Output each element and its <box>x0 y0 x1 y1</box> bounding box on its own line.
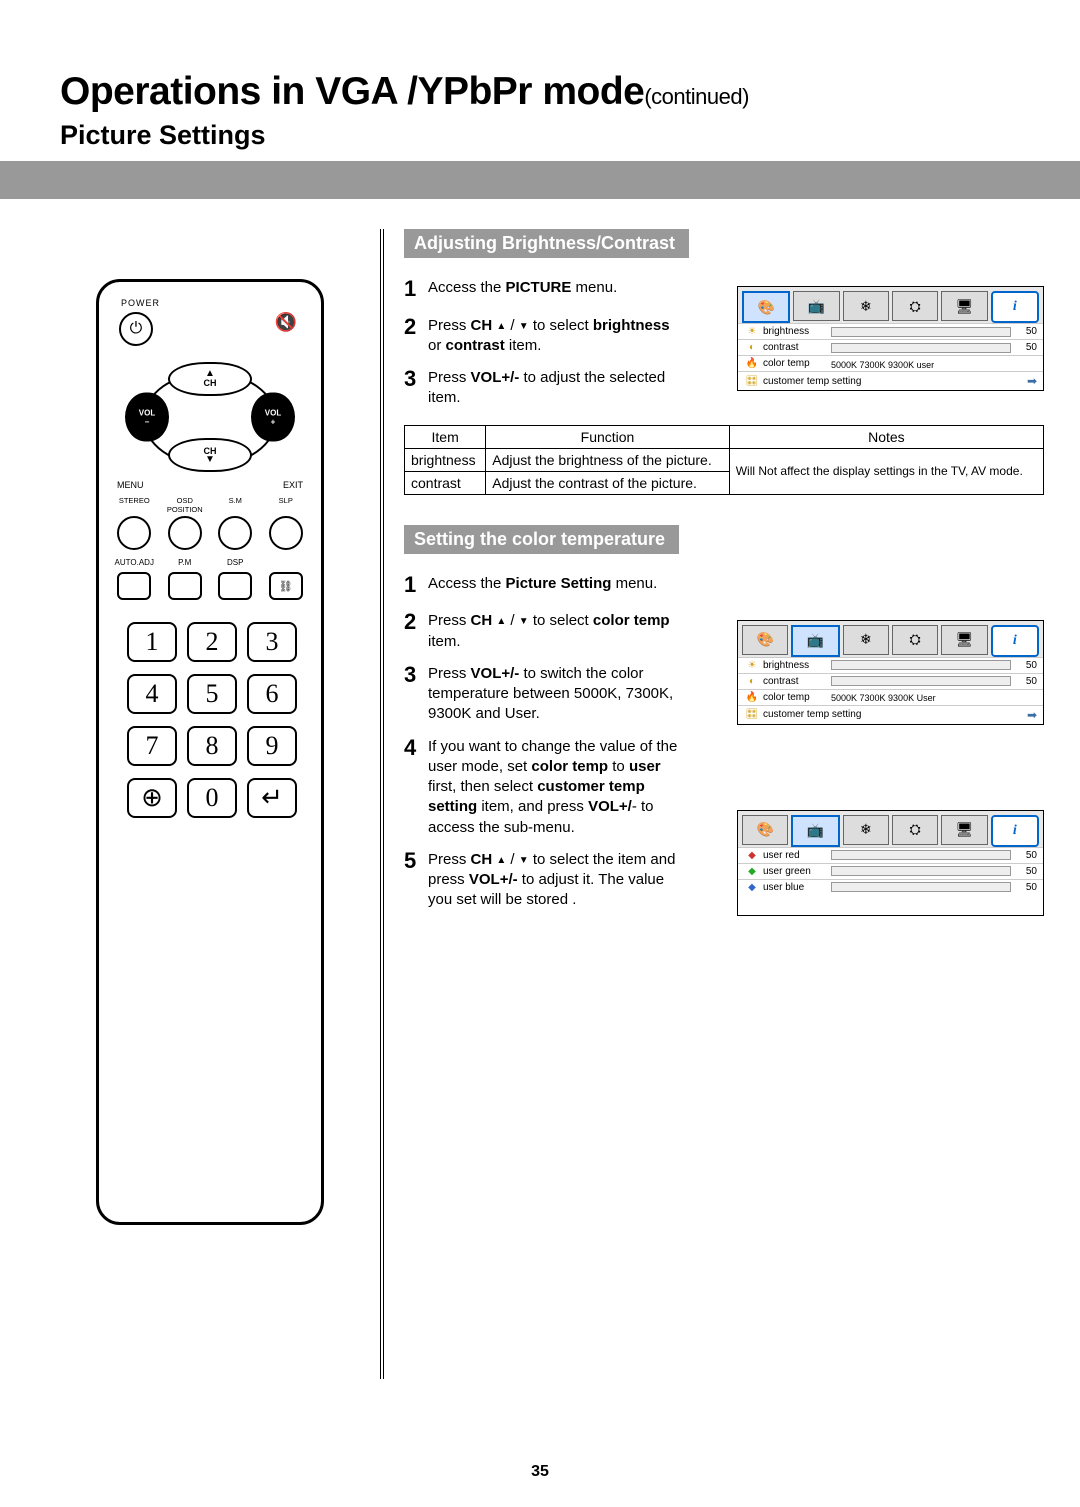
brightness-icon: ☀ <box>744 660 760 671</box>
colortemp-icon: 🔥 <box>744 358 760 369</box>
tab-picture-icon: 🎨 <box>742 625 788 655</box>
tab-4-icon: ⛭ <box>892 625 938 655</box>
tab-4-icon: ⛭ <box>892 291 938 321</box>
dsp-label: DSP <box>213 558 257 567</box>
tab-picture-icon: 🎨 <box>742 815 788 845</box>
section-b-steps: 1Access the Picture Setting menu. 2Press… <box>404 570 684 911</box>
tab-2-icon: 📺 <box>791 815 839 847</box>
osd-panel-3: 🎨 📺 ❄ ⛭ 🖥 i ◆user red50 ◆user green50 ◆u… <box>737 810 1044 916</box>
key-1: 1 <box>127 622 177 662</box>
ch-up-button: ▲CH <box>168 362 252 396</box>
pm-button <box>168 572 202 600</box>
step-b3: Press VOL+/- to switch the color tempera… <box>428 660 684 725</box>
tab-info-icon: i <box>991 625 1039 657</box>
td-contrast-func: Adjust the contrast of the picture. <box>486 471 729 494</box>
cust-icon: 🎛 <box>744 376 760 387</box>
page-number: 35 <box>0 1463 1080 1481</box>
slp-label: SLP <box>264 496 308 514</box>
section-a-heading: Adjusting Brightness/Contrast <box>404 229 689 258</box>
osd-position-button <box>168 516 202 550</box>
key-6: 6 <box>247 674 297 714</box>
key-8: 8 <box>187 726 237 766</box>
step-a2: Press CH ▲ / ▼ to select brightness or c… <box>428 312 684 357</box>
red-icon: ◆ <box>744 850 760 861</box>
dsp-button <box>218 572 252 600</box>
power-label: POWER <box>121 298 160 308</box>
colortemp-icon: 🔥 <box>744 692 760 703</box>
blank-label <box>264 558 308 567</box>
numpad: 1 2 3 4 5 6 7 8 9 ⊕ 0 ↵ <box>99 622 321 818</box>
step-b1: Access the Picture Setting menu. <box>428 570 684 600</box>
td-brightness-item: brightness <box>405 448 486 471</box>
key-5: 5 <box>187 674 237 714</box>
ch-down-button: CH▼ <box>168 438 252 472</box>
title-continued: (continued) <box>644 84 749 109</box>
th-function: Function <box>486 425 729 448</box>
mute-icon: 🔇 <box>275 312 297 333</box>
slp-button <box>269 516 303 550</box>
th-notes: Notes <box>729 425 1043 448</box>
tab-3-icon: ❄ <box>843 815 889 845</box>
autoadj-label: AUTO.ADJ <box>112 558 156 567</box>
td-contrast-item: contrast <box>405 471 486 494</box>
brightness-icon: ☀ <box>744 326 760 337</box>
function-table: Item Function Notes brightness Adjust th… <box>404 425 1044 495</box>
tab-picture-icon: 🎨 <box>742 291 790 323</box>
remote-illustration: POWER ⏻ 🔇 ▲CH CH▼ VOL− VOL+ MENU EXIT ST… <box>96 279 324 1225</box>
step-a3: Press VOL+/- to adjust the selected item… <box>428 364 684 409</box>
green-icon: ◆ <box>744 866 760 877</box>
contrast-icon: ◐ <box>744 676 760 687</box>
tab-3-icon: ❄ <box>843 625 889 655</box>
page-title: Operations in VGA /YPbPr mode(continued) <box>60 70 1030 114</box>
menu-label: MENU <box>117 480 144 490</box>
key-enter: ↵ <box>247 778 297 818</box>
step-b2: Press CH ▲ / ▼ to select color temp item… <box>428 607 684 652</box>
vol-plus-button: VOL+ <box>251 393 295 442</box>
link-button: ⛓ <box>269 572 303 600</box>
tab-5-icon: 🖥 <box>941 815 987 845</box>
blue-icon: ◆ <box>744 882 760 893</box>
step-b4: If you want to change the value of the u… <box>428 733 684 838</box>
tab-info-icon: i <box>991 815 1039 847</box>
section-subtitle: Picture Settings <box>60 120 1030 151</box>
key-9: 9 <box>247 726 297 766</box>
vol-minus-button: VOL− <box>125 393 169 442</box>
step-b5: Press CH ▲ / ▼ to select the item and pr… <box>428 846 684 911</box>
tab-2-icon: 📺 <box>791 625 839 657</box>
contrast-icon: ◐ <box>744 342 760 353</box>
sm-button <box>218 516 252 550</box>
stereo-button <box>117 516 151 550</box>
column-divider <box>380 229 384 1379</box>
key-0: 0 <box>187 778 237 818</box>
tab-5-icon: 🖥 <box>941 625 987 655</box>
step-a1: Access the PICTURE menu. <box>428 274 684 304</box>
pm-label: P.M <box>163 558 207 567</box>
tab-info-icon: i <box>991 291 1039 323</box>
key-7: 7 <box>127 726 177 766</box>
section-a-steps: 1Access the PICTURE menu. 2Press CH ▲ / … <box>404 274 684 409</box>
tab-5-icon: 🖥 <box>941 291 987 321</box>
power-button-icon: ⏻ <box>119 312 153 346</box>
title-main: Operations in VGA /YPbPr mode <box>60 70 644 113</box>
section-b-heading: Setting the color temperature <box>404 525 679 554</box>
td-notes: Will Not affect the display settings in … <box>729 448 1043 494</box>
tab-2-icon: 📺 <box>793 291 839 321</box>
exit-label: EXIT <box>283 480 303 490</box>
osd-panel-2: 🎨 📺 ❄ ⛭ 🖥 i ☀brightness50 ◐contrast50 🔥c… <box>737 620 1044 725</box>
stereo-label: STEREO <box>112 496 156 514</box>
key-3: 3 <box>247 622 297 662</box>
key-input: ⊕ <box>127 778 177 818</box>
td-brightness-func: Adjust the brightness of the picture. <box>486 448 729 471</box>
key-4: 4 <box>127 674 177 714</box>
header-bar <box>0 161 1080 199</box>
osd-panel-1: 🎨 📺 ❄ ⛭ 🖥 i ☀brightness50 ◐contrast50 🔥c… <box>737 286 1044 391</box>
tab-3-icon: ❄ <box>843 291 889 321</box>
cust-icon: 🎛 <box>744 709 760 720</box>
th-item: Item <box>405 425 486 448</box>
tab-4-icon: ⛭ <box>892 815 938 845</box>
sm-label: S.M <box>213 496 257 514</box>
osd-position-label: OSDPOSITION <box>163 496 207 514</box>
key-2: 2 <box>187 622 237 662</box>
autoadj-button <box>117 572 151 600</box>
